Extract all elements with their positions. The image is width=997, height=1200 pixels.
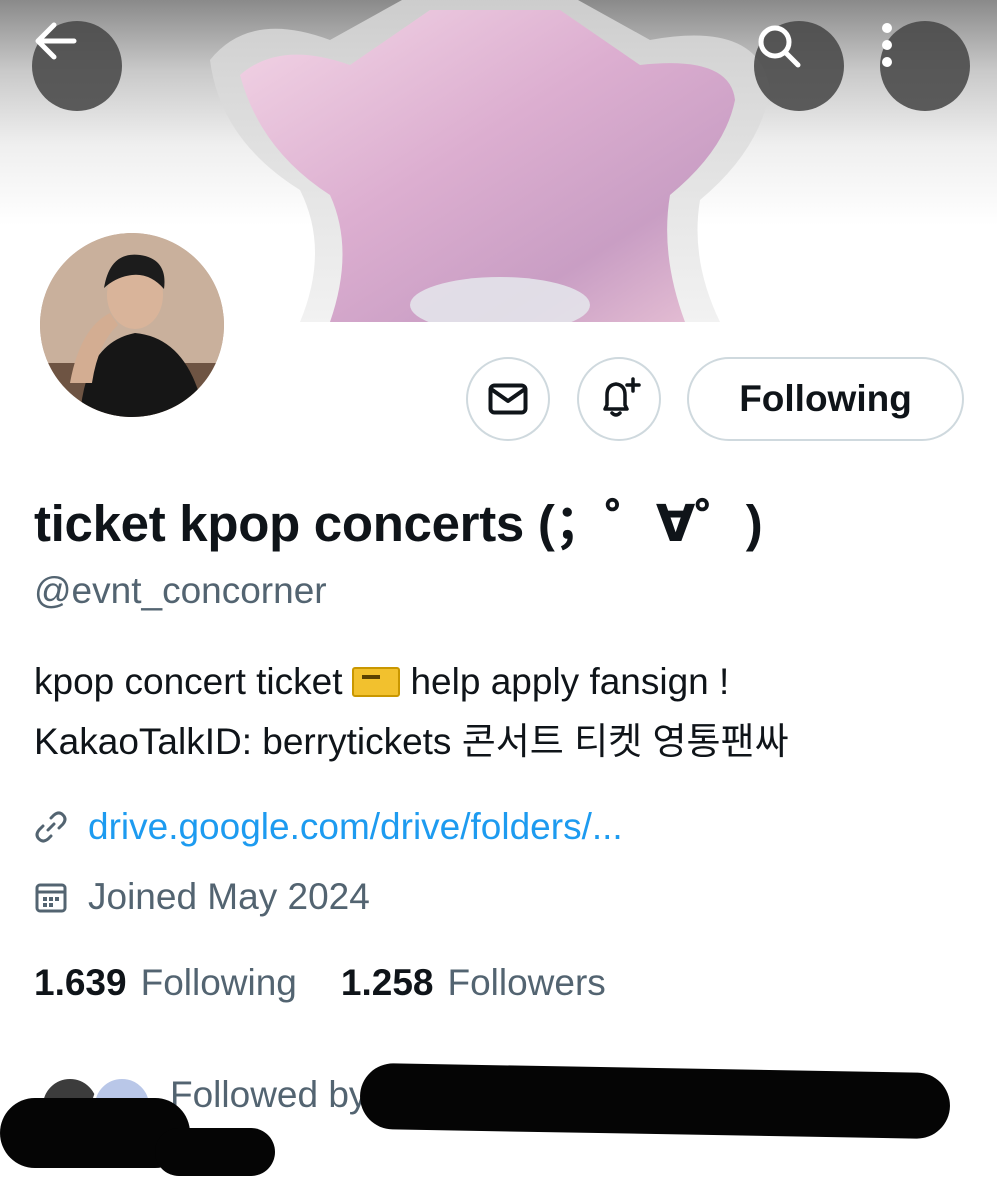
notifications-button[interactable] — [577, 357, 661, 441]
link-icon — [35, 811, 67, 843]
follow-stats: 1.639 Following 1.258 Followers — [34, 962, 606, 1004]
profile-avatar[interactable] — [36, 229, 228, 421]
following-count: 1.639 — [34, 962, 127, 1003]
followers-count: 1.258 — [340, 962, 434, 1003]
followed-by-label: Followed by — [170, 1074, 368, 1115]
bio-line-1: kpop concert ticket help apply fansign ! — [34, 652, 964, 712]
website-link[interactable]: drive.google.com/drive/folders/... — [88, 806, 623, 848]
following-button[interactable]: Following — [687, 357, 964, 441]
user-handle: @evnt_concorner — [34, 570, 327, 611]
bio-line-2: KakaoTalkID: berrytickets 콘서트 티켓 영통팬싸 — [34, 721, 789, 762]
joined-date: Joined May 2024 — [88, 876, 370, 917]
more-vertical-icon — [882, 23, 892, 67]
message-button[interactable] — [466, 357, 550, 441]
bio-text-1b: help apply fansign ! — [410, 661, 730, 702]
followed-by-row[interactable]: Followed by — [0, 1060, 997, 1200]
envelope-icon — [488, 383, 528, 415]
search-icon — [758, 25, 801, 68]
profile-bio: kpop concert ticket help apply fansign !… — [34, 652, 964, 772]
bio-text-1a: kpop concert ticket — [34, 661, 343, 702]
website-row: drive.google.com/drive/folders/... — [34, 806, 623, 848]
display-name: ticket kpop concerts (；゜∀゜) — [34, 495, 763, 552]
bell-plus-icon — [603, 377, 641, 417]
ticket-emoji-icon — [352, 667, 401, 697]
redaction-scribble — [155, 1128, 275, 1176]
more-options-button[interactable] — [880, 21, 970, 111]
followers-label: Followers — [447, 962, 606, 1003]
avatar-photo — [40, 233, 224, 417]
calendar-icon — [35, 883, 67, 913]
following-label: Following — [140, 962, 297, 1003]
arrow-left-icon — [35, 22, 77, 60]
redaction-scribble — [359, 1062, 951, 1140]
joined-row: Joined May 2024 — [34, 876, 370, 918]
back-button[interactable] — [32, 21, 122, 111]
search-button[interactable] — [754, 21, 844, 111]
followers-stat[interactable]: 1.258 Followers — [341, 962, 606, 1004]
following-stat[interactable]: 1.639 Following — [34, 962, 297, 1004]
